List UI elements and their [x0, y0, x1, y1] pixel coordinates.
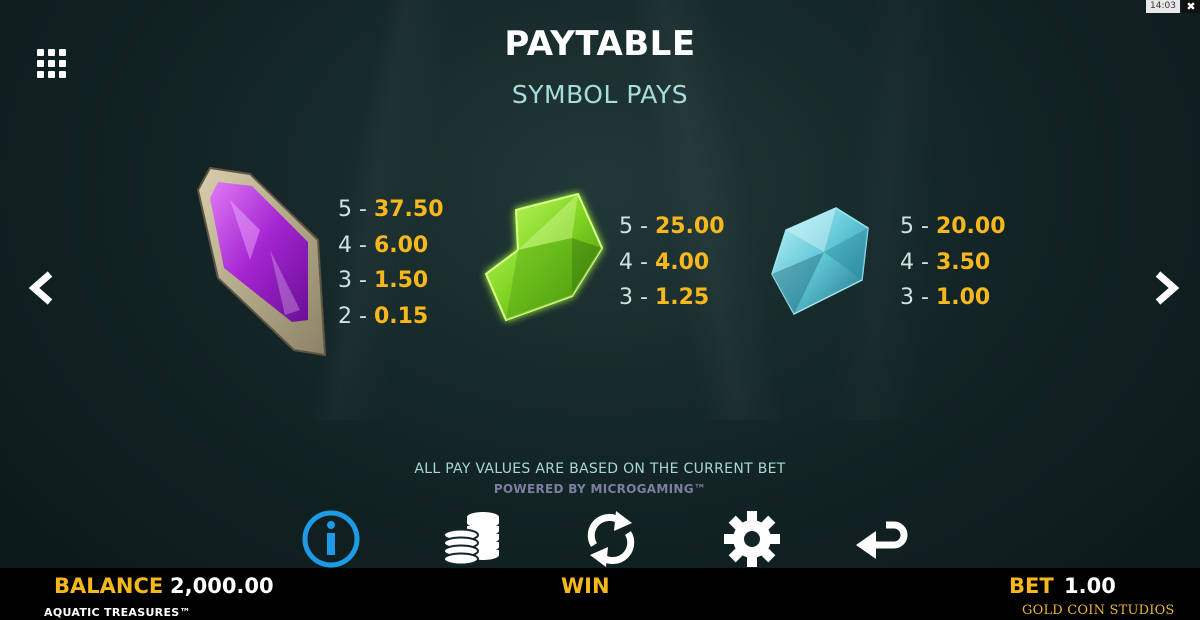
close-icon[interactable]: ✖	[1182, 0, 1200, 13]
pay-row: 3 - 1.00	[900, 280, 1006, 316]
pay-count: 5 -	[338, 197, 367, 222]
game-name: AQUATIC TREASURES™	[44, 606, 191, 619]
return-arrow-icon	[856, 521, 908, 559]
pay-value: 6.00	[373, 232, 429, 258]
pay-row: 3 - 1.50	[338, 263, 444, 299]
pay-value: 3.50	[935, 249, 991, 275]
coins-icon	[443, 512, 499, 566]
pay-row: 5 - 25.00	[619, 209, 725, 245]
system-clock: 14:03	[1146, 0, 1180, 13]
pay-row: 5 - 37.50	[338, 192, 444, 228]
gear-icon	[724, 511, 780, 567]
page-subtitle: SYMBOL PAYS	[511, 80, 689, 109]
pay-row: 4 - 6.00	[338, 228, 444, 264]
autoplay-button[interactable]	[576, 505, 646, 573]
pay-values-note: ALL PAY VALUES ARE BASED ON THE CURRENT …	[414, 461, 786, 477]
refresh-icon	[587, 511, 635, 567]
purple-gem-icon	[196, 166, 327, 357]
pay-value: 37.50	[373, 197, 444, 222]
win-label: WIN	[561, 574, 610, 598]
settings-button[interactable]	[717, 505, 787, 573]
balance-label: BALANCE	[54, 574, 164, 598]
pay-count: 2 -	[338, 303, 367, 329]
purple-gem-paytable: 5 - 37.50 4 - 6.00 3 - 1.50 2 - 0.15	[338, 192, 444, 334]
pay-count: 3 -	[619, 285, 648, 310]
pay-count: 4 -	[338, 232, 367, 258]
back-button[interactable]	[848, 505, 918, 573]
pay-value: 20.00	[935, 214, 1006, 239]
green-gem-icon	[484, 192, 604, 322]
blue-gem-paytable: 5 - 20.00 4 - 3.50 3 - 1.00	[900, 209, 1006, 316]
balance-value: 2,000.00	[170, 574, 274, 598]
info-icon	[302, 510, 360, 568]
pay-count: 4 -	[900, 249, 929, 275]
bet-label: BET	[1009, 574, 1054, 598]
bet-coins-button[interactable]	[437, 505, 507, 573]
menu-dot	[37, 71, 44, 78]
pay-count: 4 -	[619, 249, 648, 275]
page-title: PAYTABLE	[504, 24, 696, 64]
bet-value: 1.00	[1064, 574, 1116, 598]
pay-row: 4 - 3.50	[900, 245, 1006, 281]
prev-page-button[interactable]	[24, 268, 58, 308]
green-gem-paytable: 5 - 25.00 4 - 4.00 3 - 1.25	[619, 209, 725, 316]
pay-count: 5 -	[619, 214, 648, 239]
pay-value: 1.50	[373, 268, 429, 293]
info-button[interactable]	[296, 505, 366, 573]
pay-value: 0.15	[373, 303, 429, 329]
pay-row: 2 - 0.15	[338, 299, 444, 335]
pay-value: 1.25	[654, 285, 710, 310]
pay-row: 4 - 4.00	[619, 245, 725, 281]
next-page-button[interactable]	[1150, 268, 1184, 308]
blue-gem-icon	[771, 207, 869, 315]
chevron-right-icon	[1155, 271, 1180, 305]
studio-logo: GOLD COIN STUDIOS	[1022, 603, 1175, 618]
chevron-left-icon	[28, 271, 53, 305]
pay-count: 3 -	[900, 285, 929, 310]
pay-value: 1.00	[935, 285, 991, 310]
pay-row: 3 - 1.25	[619, 280, 725, 316]
pay-value: 25.00	[654, 214, 725, 239]
pay-count: 5 -	[900, 214, 929, 239]
pay-value: 4.00	[654, 249, 710, 275]
pay-row: 5 - 20.00	[900, 209, 1006, 245]
powered-by-label: POWERED BY MICROGAMING™	[493, 482, 707, 496]
pay-count: 3 -	[338, 268, 367, 293]
menu-dot	[59, 71, 66, 78]
menu-dot	[48, 71, 55, 78]
